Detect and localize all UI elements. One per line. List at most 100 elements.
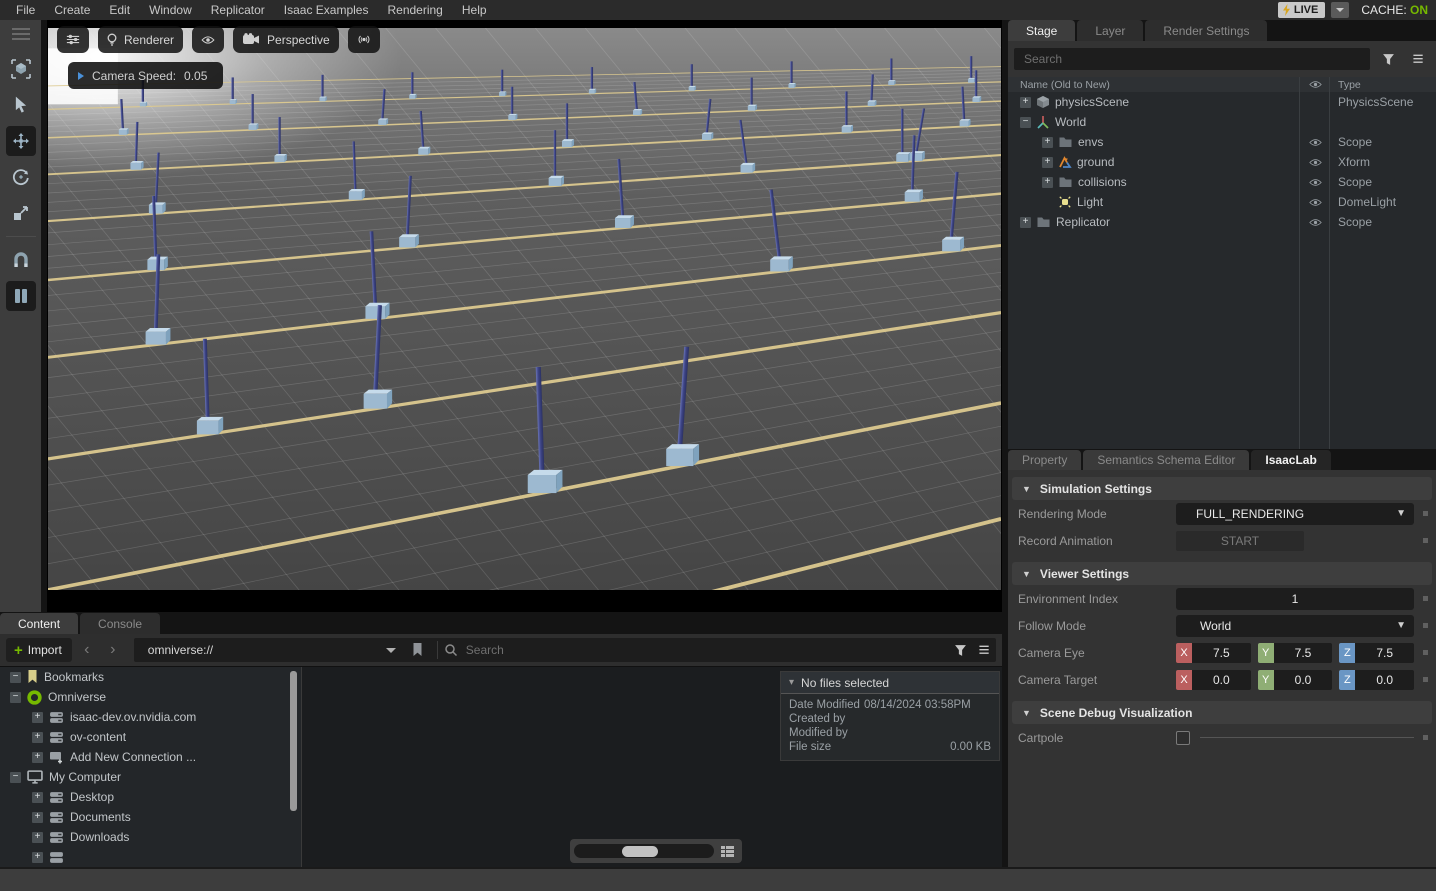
stage-row-envs[interactable]: envs Scope: [1008, 132, 1436, 152]
tab-stage[interactable]: Stage: [1008, 20, 1075, 41]
menu-isaac-examples[interactable]: Isaac Examples: [284, 3, 369, 17]
visibility-toggle[interactable]: [1300, 218, 1330, 227]
toolbar-drag-handle[interactable]: [12, 26, 30, 40]
stage-search-input[interactable]: [1014, 48, 1370, 70]
visibility-toggle[interactable]: [1300, 158, 1330, 167]
camera-eye-z-field[interactable]: 7.5: [1355, 643, 1414, 663]
menu-file[interactable]: File: [16, 3, 35, 17]
camera-target-y-field[interactable]: 0.0: [1274, 670, 1333, 690]
stage-row-light[interactable]: Light DomeLight: [1008, 192, 1436, 212]
live-dropdown-button[interactable]: [1331, 2, 1349, 18]
info-panel-header[interactable]: No files selected: [781, 672, 999, 694]
tab-property[interactable]: Property: [1008, 450, 1081, 470]
column-type[interactable]: Type: [1330, 79, 1436, 91]
expand-icon[interactable]: [1042, 137, 1053, 148]
expand-icon[interactable]: [32, 712, 43, 723]
tree-item-add-connection[interactable]: Add New Connection ...: [0, 747, 301, 767]
menu-create[interactable]: Create: [54, 3, 90, 17]
stage-options-button[interactable]: [1406, 47, 1430, 71]
camera-eye-x-field[interactable]: 7.5: [1192, 643, 1251, 663]
cartpole-checkbox[interactable]: [1176, 731, 1190, 745]
camera-dropdown[interactable]: Perspective: [233, 26, 339, 53]
stage-row-ground[interactable]: ground Xform: [1008, 152, 1436, 172]
menu-help[interactable]: Help: [462, 3, 487, 17]
stage-row-physicsscene[interactable]: physicsScene PhysicsScene: [1008, 92, 1436, 112]
column-name[interactable]: Name (Old to New): [1008, 79, 1300, 91]
tree-item-documents[interactable]: Documents: [0, 807, 301, 827]
column-visibility[interactable]: [1300, 80, 1330, 89]
viewport-canvas[interactable]: [48, 28, 1001, 590]
import-button[interactable]: Import: [6, 638, 72, 662]
stage-row-collisions[interactable]: collisions Scope: [1008, 172, 1436, 192]
tree-item-server[interactable]: isaac-dev.ov.nvidia.com: [0, 707, 301, 727]
tree-item-bookmarks[interactable]: Bookmarks: [0, 667, 301, 687]
bookmark-icon[interactable]: [412, 643, 423, 657]
renderer-dropdown[interactable]: Renderer: [98, 26, 183, 53]
tab-layer[interactable]: Layer: [1077, 20, 1143, 41]
tree-item-server[interactable]: ov-content: [0, 727, 301, 747]
stage-filter-button[interactable]: [1376, 47, 1400, 71]
content-search-input[interactable]: [458, 643, 948, 657]
camera-target-x-field[interactable]: 0.0: [1192, 670, 1251, 690]
back-button[interactable]: [76, 641, 98, 659]
expand-icon[interactable]: [1020, 97, 1031, 108]
rendering-mode-dropdown[interactable]: FULL_RENDERING: [1176, 503, 1414, 525]
tree-item-downloads[interactable]: Downloads: [0, 827, 301, 847]
tab-content[interactable]: Content: [0, 613, 78, 634]
environment-index-field[interactable]: 1: [1176, 588, 1414, 610]
live-button[interactable]: LIVE: [1278, 2, 1325, 18]
viewport-settings-button[interactable]: [57, 26, 89, 53]
expand-icon[interactable]: [1042, 177, 1053, 188]
menu-edit[interactable]: Edit: [109, 3, 130, 17]
collapse-icon[interactable]: [10, 772, 21, 783]
snap-tool-icon[interactable]: [6, 245, 36, 275]
expand-icon[interactable]: [32, 752, 43, 763]
expand-icon[interactable]: [1042, 157, 1053, 168]
path-dropdown-icon[interactable]: [386, 648, 396, 658]
start-button[interactable]: START: [1176, 531, 1304, 551]
expand-icon[interactable]: [32, 812, 43, 823]
zoom-slider[interactable]: [574, 844, 714, 858]
section-scene-debug-visualization[interactable]: Scene Debug Visualization: [1012, 701, 1432, 724]
content-options-button[interactable]: [972, 638, 996, 662]
visibility-toggle[interactable]: [1300, 178, 1330, 187]
rotate-tool-icon[interactable]: [6, 162, 36, 192]
expand-icon[interactable]: [32, 732, 43, 743]
expand-icon[interactable]: [32, 852, 43, 863]
section-simulation-settings[interactable]: Simulation Settings: [1012, 477, 1432, 500]
expand-icon[interactable]: [1020, 217, 1031, 228]
zoom-slider-thumb[interactable]: [622, 846, 658, 857]
menu-rendering[interactable]: Rendering: [387, 3, 442, 17]
view-mode-button[interactable]: [716, 842, 738, 860]
visibility-toggle[interactable]: [1300, 138, 1330, 147]
tab-semantics-schema-editor[interactable]: Semantics Schema Editor: [1083, 450, 1249, 470]
pause-button-icon[interactable]: [6, 281, 36, 311]
forward-button[interactable]: [102, 641, 124, 659]
collapse-icon[interactable]: [10, 672, 21, 683]
file-grid-area[interactable]: No files selected Date Modified08/14/202…: [302, 667, 1002, 867]
tab-console[interactable]: Console: [80, 613, 160, 634]
expand-icon[interactable]: [32, 832, 43, 843]
tree-item-omniverse[interactable]: Omniverse: [0, 687, 301, 707]
expand-icon[interactable]: [32, 792, 43, 803]
stage-row-replicator[interactable]: Replicator Scope: [1008, 212, 1436, 232]
select-tool-icon[interactable]: [6, 90, 36, 120]
stage-row-world[interactable]: World: [1008, 112, 1436, 132]
camera-eye-y-field[interactable]: 7.5: [1274, 643, 1333, 663]
menu-replicator[interactable]: Replicator: [211, 3, 265, 17]
capture-button[interactable]: [348, 26, 380, 53]
visibility-button[interactable]: [192, 26, 224, 53]
tree-item-desktop[interactable]: Desktop: [0, 787, 301, 807]
visibility-toggle[interactable]: [1300, 198, 1330, 207]
path-input[interactable]: [134, 643, 382, 657]
tree-item-partial[interactable]: [0, 847, 301, 867]
scale-tool-icon[interactable]: [6, 198, 36, 228]
menu-window[interactable]: Window: [149, 3, 192, 17]
camera-target-z-field[interactable]: 0.0: [1355, 670, 1414, 690]
content-filter-button[interactable]: [948, 638, 972, 662]
tree-item-my-computer[interactable]: My Computer: [0, 767, 301, 787]
move-tool-icon[interactable]: [6, 126, 36, 156]
tree-scrollbar[interactable]: [290, 671, 297, 811]
collapse-icon[interactable]: [1020, 117, 1031, 128]
tab-isaaclab[interactable]: IsaacLab: [1251, 450, 1330, 470]
